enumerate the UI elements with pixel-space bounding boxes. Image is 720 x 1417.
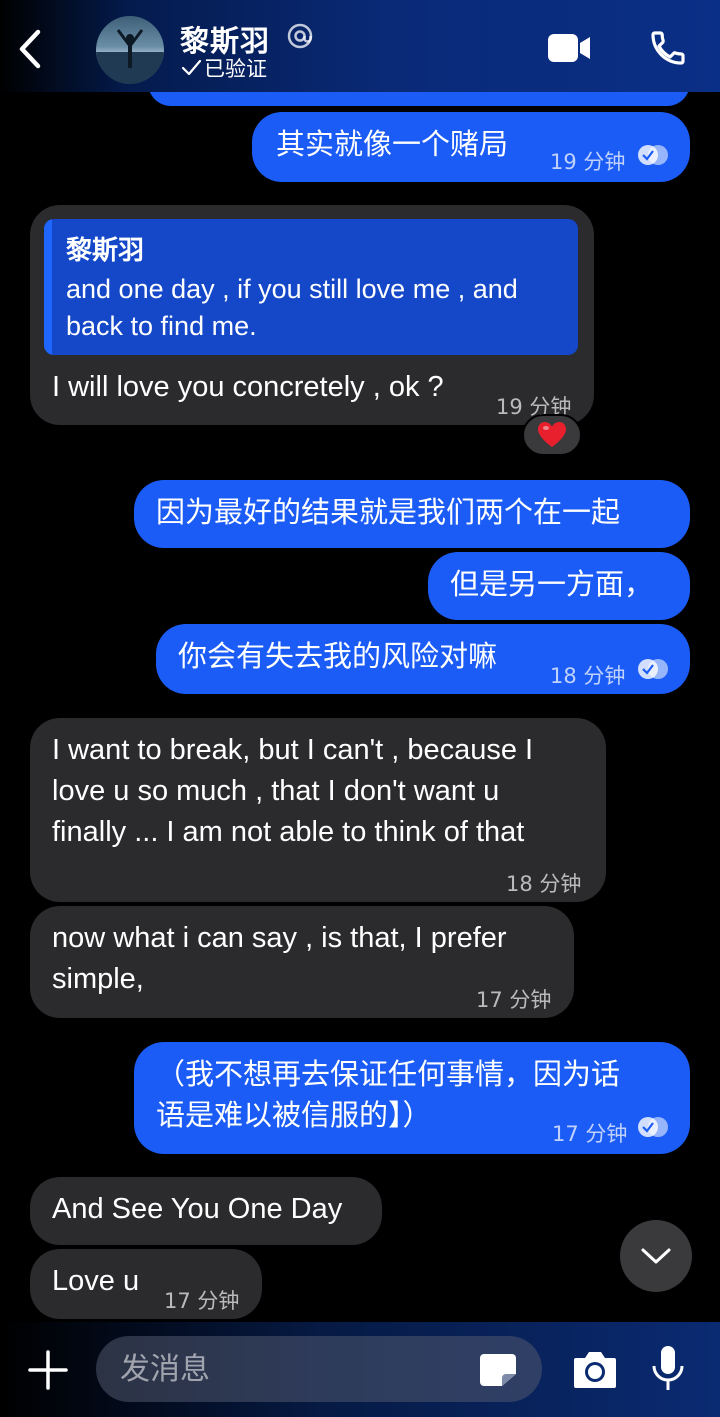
message-text: 因为最好的结果就是我们两个在一起	[156, 495, 621, 529]
at-mention-icon	[287, 23, 313, 49]
reply-indicator-bar	[44, 219, 52, 355]
message-bubble-outgoing[interactable]: 但是另一方面，	[428, 552, 690, 620]
message-text-line: （我不想再去保证任何事情，因为话	[156, 1057, 621, 1091]
chat-header: 黎斯羽 已验证	[0, 0, 720, 92]
back-button[interactable]	[10, 24, 50, 74]
message-time: 18 分钟	[506, 872, 582, 896]
reply-text: and one day , if you still love me , and…	[66, 274, 518, 341]
read-receipt-icon	[638, 659, 668, 679]
chevron-left-icon	[19, 29, 41, 69]
message-bubble-outgoing[interactable]: 你会有失去我的风险对嘛 18 分钟	[156, 624, 690, 694]
message-text: I will love you concretely , ok ?	[52, 371, 444, 403]
read-receipt-icon	[638, 145, 668, 165]
message-text: Love u	[52, 1265, 140, 1297]
voice-call-button[interactable]	[648, 28, 688, 68]
message-bubble-outgoing[interactable]: 其实就像一个赌局 19 分钟	[252, 112, 690, 182]
message-text-line: now what i can say , is that, I prefer	[52, 922, 507, 954]
message-bubble-outgoing[interactable]: （我不想再去保证任何事情，因为话 语是难以被信服的】） 17 分钟	[134, 1042, 690, 1154]
reply-quote[interactable]: 黎斯羽 and one day , if you still love me ,…	[44, 219, 578, 355]
add-attachment-button[interactable]	[26, 1348, 70, 1392]
message-bubble-incoming[interactable]: 黎斯羽 and one day , if you still love me ,…	[30, 205, 594, 425]
message-bubble-incoming[interactable]: And See You One Day	[30, 1177, 382, 1245]
message-text: 但是另一方面，	[450, 567, 654, 601]
message-text: 其实就像一个赌局	[276, 127, 509, 161]
message-text-line: 语是难以被信服的】）	[156, 1098, 432, 1132]
message-bubble-outgoing[interactable]: 因为最好的结果就是我们两个在一起	[134, 480, 690, 548]
heart-icon	[538, 422, 566, 447]
plus-icon	[28, 1350, 68, 1390]
message-text-line: love u so much , that I don't want u	[52, 775, 500, 807]
message-text-line: finally ... I am not able to think of th…	[52, 816, 525, 848]
camera-icon	[574, 1352, 616, 1388]
message-time: 18 分钟	[550, 664, 626, 688]
heart-reaction[interactable]	[522, 414, 582, 456]
phone-icon	[651, 31, 685, 65]
video-camera-icon	[548, 34, 590, 62]
video-call-button[interactable]	[546, 30, 592, 66]
message-input[interactable]	[96, 1336, 542, 1402]
reply-author: 黎斯羽	[66, 236, 145, 266]
microphone-icon	[652, 1346, 684, 1390]
message-text-line: simple,	[52, 963, 144, 995]
camera-button[interactable]	[572, 1348, 618, 1390]
person-silhouette-icon	[96, 29, 164, 84]
message-text: 你会有失去我的风险对嘛	[178, 639, 498, 673]
message-time: 17 分钟	[552, 1122, 628, 1146]
checkmark-icon	[181, 59, 202, 76]
message-time: 17 分钟	[164, 1289, 240, 1313]
scroll-to-bottom-button[interactable]	[620, 1220, 692, 1292]
voice-message-button[interactable]	[650, 1344, 686, 1394]
message-bubble-incoming[interactable]: I want to break, but I can't , because I…	[30, 718, 606, 902]
contact-avatar[interactable]	[96, 16, 164, 84]
message-time: 17 分钟	[476, 988, 552, 1012]
message-composer	[0, 1322, 720, 1417]
verified-label: 已验证	[204, 57, 267, 81]
sticker-icon	[480, 1354, 516, 1386]
message-bubble-incoming[interactable]: now what i can say , is that, I prefer s…	[30, 906, 574, 1018]
read-receipt-icon	[638, 1117, 668, 1137]
message-bubble-incoming[interactable]: Love u 17 分钟	[30, 1249, 262, 1319]
message-text-line: I want to break, but I can't , because I	[52, 734, 534, 766]
sticker-button[interactable]	[478, 1352, 518, 1388]
message-text: And See You One Day	[52, 1193, 343, 1225]
message-time: 19 分钟	[550, 150, 626, 174]
verified-status: 已验证	[180, 56, 267, 81]
chevron-down-icon	[641, 1248, 671, 1264]
